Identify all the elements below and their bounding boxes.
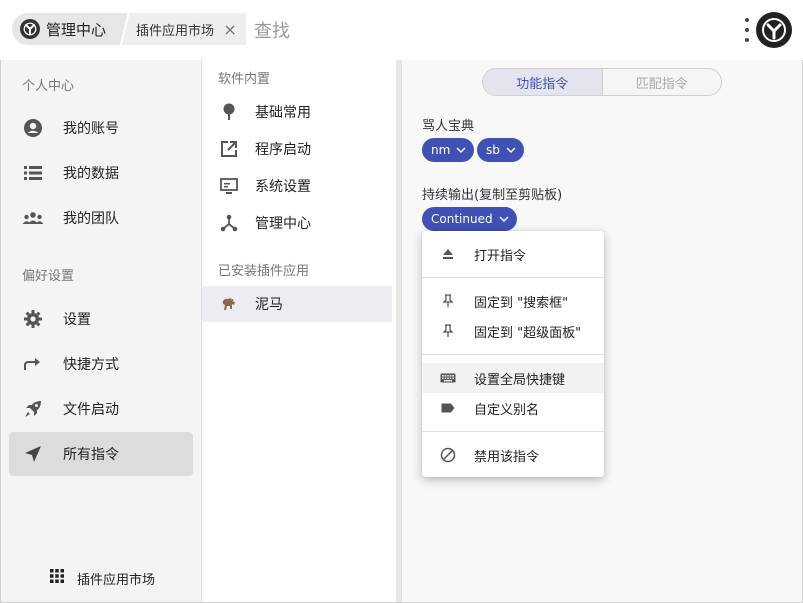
- pin-outline-icon: [440, 323, 456, 339]
- sidebar-item-file-launch[interactable]: 文件启动: [9, 387, 193, 431]
- app-logo-icon[interactable]: [756, 12, 792, 48]
- sidebar-item-account[interactable]: 我的账号: [9, 106, 193, 150]
- sidebar-item-label: 我的团队: [63, 211, 119, 227]
- menu-item-label: 打开指令: [474, 248, 527, 264]
- plugin-market-link[interactable]: 插件应用市场: [49, 568, 155, 588]
- menu-divider: [422, 277, 604, 278]
- sidebar-item-label: 快捷方式: [63, 357, 119, 373]
- source-item-label: 程序启动: [255, 142, 311, 158]
- team-icon: [21, 206, 45, 230]
- menu-item-open-command[interactable]: 打开指令: [422, 239, 604, 269]
- command-type-toggle: 功能指令 匹配指令: [482, 68, 722, 96]
- menu-item-label: 固定到 "搜索框": [474, 295, 569, 311]
- source-item-launch[interactable]: 程序启动: [202, 131, 392, 167]
- label-icon: [440, 400, 456, 416]
- open-external-icon: [219, 139, 239, 159]
- source-item-system[interactable]: 系统设置: [202, 168, 392, 204]
- search-input[interactable]: 查找: [254, 17, 290, 43]
- source-item-basic[interactable]: 基础常用: [202, 94, 392, 130]
- feature-title-curse: 骂人宝典: [422, 119, 475, 134]
- keyboard-icon: [440, 370, 456, 386]
- sidebar-group-preferences: 偏好设置: [22, 269, 75, 284]
- send-icon: [21, 442, 45, 466]
- tab-function-commands[interactable]: 功能指令: [483, 69, 603, 95]
- plugin-market-label: 插件应用市场: [77, 572, 156, 588]
- scrollbar[interactable]: [396, 60, 401, 602]
- source-item-admin[interactable]: 管理中心: [202, 205, 392, 241]
- sidebar-item-label: 设置: [63, 312, 91, 328]
- menu-item-label: 自定义别名: [474, 402, 540, 418]
- source-item-label: 泥马: [255, 297, 283, 313]
- more-vertical-icon[interactable]: [743, 18, 751, 42]
- menu-item-pin-search[interactable]: 固定到 "搜索框": [422, 286, 604, 316]
- command-source-list: 软件内置 基础常用 程序启动 系统设置 管理中心 已安装插件应用 泥马: [202, 60, 402, 602]
- account-circle-icon: [21, 116, 45, 140]
- top-bar: 管理中心 插件应用市场 × 查找: [0, 0, 803, 60]
- menu-item-global-hotkey[interactable]: 设置全局快捷键: [422, 363, 604, 393]
- menu-item-label: 固定到 "超级面板": [474, 325, 582, 341]
- pin-icon: [219, 102, 239, 122]
- sidebar-item-settings[interactable]: 设置: [9, 297, 193, 341]
- monitor-settings-icon: [219, 176, 239, 196]
- menu-divider: [422, 354, 604, 355]
- sidebar-item-data[interactable]: 我的数据: [9, 151, 193, 195]
- sidebar-item-label: 我的数据: [63, 166, 119, 182]
- menu-item-pin-super-panel[interactable]: 固定到 "超级面板": [422, 316, 604, 346]
- command-chip-continued[interactable]: Continued: [422, 207, 517, 231]
- command-chip-nm[interactable]: nm: [422, 138, 475, 162]
- chip-label: sb: [486, 143, 500, 157]
- chip-label: nm: [431, 143, 451, 157]
- menu-item-label: 禁用该指令: [474, 449, 540, 465]
- tab-match-commands[interactable]: 匹配指令: [603, 69, 722, 95]
- sidebar-group-personal: 个人中心: [22, 79, 75, 94]
- menu-item-custom-alias[interactable]: 自定义别名: [422, 393, 604, 423]
- menu-divider: [422, 431, 604, 432]
- menu-item-disable-command[interactable]: 禁用该指令: [422, 440, 604, 470]
- breadcrumb-sub-label: 插件应用市场: [136, 23, 215, 39]
- horse-icon: [219, 294, 239, 314]
- close-icon[interactable]: ×: [222, 20, 238, 39]
- breadcrumb-sub[interactable]: 插件应用市场 ×: [119, 13, 247, 45]
- gear-icon: [21, 307, 45, 331]
- chip-label: Continued: [431, 212, 493, 226]
- breadcrumb-main[interactable]: 管理中心: [12, 13, 121, 45]
- source-item-plugin-nima[interactable]: 泥马: [202, 286, 392, 322]
- sidebar-item-label: 我的账号: [63, 121, 119, 137]
- breadcrumb: 管理中心 插件应用市场 ×: [12, 13, 247, 45]
- source-item-label: 基础常用: [255, 105, 311, 121]
- list-icon: [21, 161, 45, 185]
- rocket-icon: [21, 397, 45, 421]
- eject-icon: [440, 246, 456, 262]
- sidebar-item-label: 所有指令: [63, 447, 119, 463]
- sidebar-item-shortcuts[interactable]: 快捷方式: [9, 342, 193, 386]
- source-item-label: 系统设置: [255, 179, 311, 195]
- sidebar-item-team[interactable]: 我的团队: [9, 196, 193, 240]
- menu-item-label: 设置全局快捷键: [474, 372, 566, 388]
- hub-icon: [219, 213, 239, 233]
- source-item-label: 管理中心: [255, 216, 311, 232]
- sidebar: 个人中心 我的账号 我的数据 我的团队 偏好设置 设置 快捷方式 文件启动 所有…: [1, 60, 202, 602]
- feature-title-continuous: 持续输出(复制至剪贴板): [422, 188, 563, 203]
- share-arrow-icon: [21, 352, 45, 376]
- apps-grid-icon: [49, 568, 65, 588]
- group-installed-label: 已安装插件应用: [218, 264, 310, 279]
- command-chip-sb[interactable]: sb: [477, 138, 524, 162]
- chevron-down-icon: [456, 145, 466, 155]
- sidebar-item-label: 文件启动: [63, 402, 119, 418]
- chevron-down-icon: [506, 145, 516, 155]
- breadcrumb-main-label: 管理中心: [46, 20, 107, 39]
- group-builtin-label: 软件内置: [218, 72, 271, 87]
- chevron-down-icon: [499, 214, 509, 224]
- command-context-menu: 打开指令 固定到 "搜索框" 固定到 "超级面板" 设置全局快捷键 自定义别名 …: [422, 231, 604, 477]
- block-icon: [440, 447, 456, 463]
- pin-outline-icon: [440, 293, 456, 309]
- sidebar-item-all-commands[interactable]: 所有指令: [9, 432, 193, 476]
- app-logo-small-icon: [20, 19, 40, 39]
